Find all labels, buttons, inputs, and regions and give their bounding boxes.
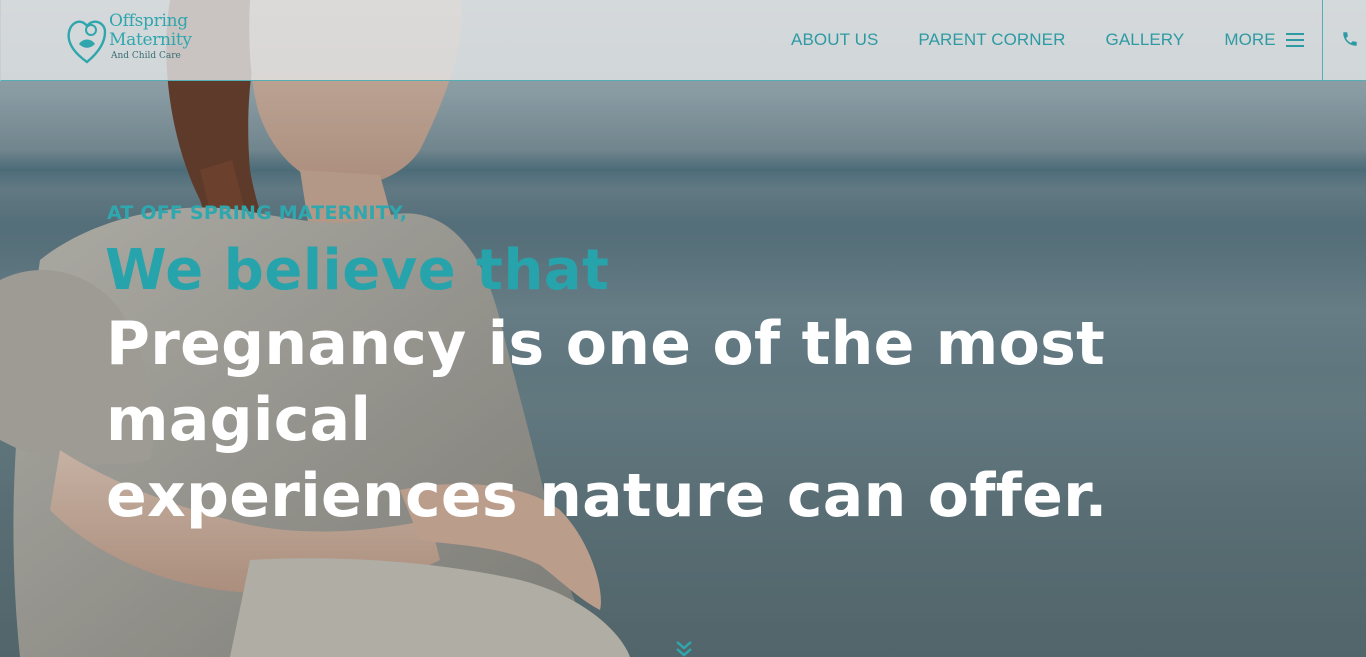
hero-subtitle: We believe that (105, 238, 610, 303)
logo-line2: Maternity (109, 30, 192, 50)
main-nav: ABOUT US PARENT CORNER GALLERY MORE (791, 30, 1304, 50)
site-header: Offspring Maternity And Child Care ABOUT… (0, 0, 1366, 81)
nav-about-us[interactable]: ABOUT US (791, 30, 878, 50)
hero-eyebrow: AT OFF SPRING MATERNITY, (107, 202, 408, 224)
site-logo[interactable]: Offspring Maternity And Child Care (65, 12, 195, 70)
header-divider (1322, 0, 1323, 81)
nav-more[interactable]: MORE (1224, 30, 1304, 50)
nav-more-label: MORE (1224, 30, 1276, 49)
nav-gallery[interactable]: GALLERY (1106, 30, 1185, 50)
hero-headline: Pregnancy is one of the most magical exp… (106, 306, 1286, 534)
logo-text: Offspring Maternity And Child Care (109, 12, 192, 62)
hero-headline-line1: Pregnancy is one of the most magical (106, 309, 1106, 455)
logo-line1: Offspring (109, 11, 188, 31)
hamburger-icon (1285, 32, 1304, 48)
logo-line3: And Child Care (111, 51, 181, 61)
double-chevron-down-icon[interactable] (674, 640, 694, 657)
hero-headline-line2: experiences nature can offer. (106, 461, 1108, 531)
mother-child-logo-icon (67, 20, 107, 64)
nav-parent-corner[interactable]: PARENT CORNER (918, 30, 1065, 50)
phone-icon[interactable] (1341, 30, 1359, 48)
